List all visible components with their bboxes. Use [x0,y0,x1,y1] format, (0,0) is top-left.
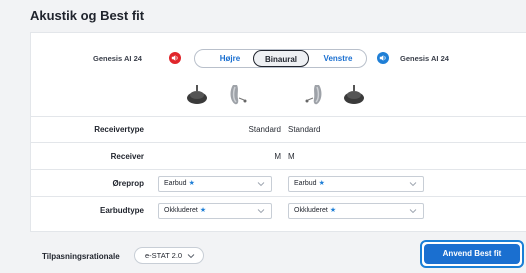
oreprop-right-select[interactable]: Earbud ★ [158,176,272,192]
oreprop-left-value: Earbud [294,180,317,187]
tab-left[interactable]: Venstre [313,50,363,67]
chevron-down-icon [187,254,195,259]
recommended-star-icon: ★ [318,180,325,187]
oreprop-left-select[interactable]: Earbud ★ [288,176,424,192]
section-title: Akustik og Best fit [30,8,145,23]
apply-best-fit-button[interactable]: Anvend Best fit [420,240,524,268]
device-header: Genesis AI 24 Højre Binaural Venstre Gen… [31,33,526,117]
receivertype-right-value: Standard [248,125,281,134]
left-device-model: Genesis AI 24 [400,54,449,63]
receivertype-label: Receivertype [94,125,144,134]
earbud-image-right [186,81,208,105]
receiver-label: Receiver [110,152,144,161]
chevron-down-icon [257,209,265,214]
fitting-rationale-label: Tilpasningsrationale [42,252,120,261]
hearing-aid-image-right [227,81,249,107]
fitting-rationale-select[interactable]: e-STAT 2.0 [134,247,204,264]
recommended-star-icon: ★ [188,180,195,187]
recommended-star-icon: ★ [199,207,207,214]
receivertype-left-value: Standard [288,125,321,134]
earbudtype-left-value: Okkluderet [294,207,328,214]
earbud-image-left [343,81,365,105]
row-receiver: Receiver M M [31,144,526,170]
oreprop-label: Øreprop [112,179,144,188]
tab-right[interactable]: Højre [209,50,251,67]
fitting-rationale-value: e-STAT 2.0 [145,251,183,260]
earbudtype-label: Earbudtype [99,206,144,215]
side-toggle: Højre Binaural Venstre [194,49,367,68]
right-ear-sound-icon[interactable] [169,52,181,64]
receiver-left-value: M [288,152,295,161]
oreprop-right-value: Earbud [164,180,187,187]
apply-best-fit-label: Anvend Best fit [424,244,520,264]
chevron-down-icon [409,182,417,187]
earbudtype-right-value: Okkluderet [164,207,198,214]
earbudtype-right-select[interactable]: Okkluderet ★ [158,203,272,219]
recommended-star-icon: ★ [329,207,337,214]
right-device-model: Genesis AI 24 [93,54,142,63]
tab-binaural[interactable]: Binaural [253,50,309,67]
receiver-right-value: M [274,152,281,161]
earbudtype-left-select[interactable]: Okkluderet ★ [288,203,424,219]
acoustics-panel: Genesis AI 24 Højre Binaural Venstre Gen… [30,32,526,232]
chevron-down-icon [409,209,417,214]
row-earbudtype: Earbudtype Okkluderet ★ Okkluderet ★ [31,198,526,224]
hearing-aid-image-left [303,81,325,107]
left-ear-sound-icon[interactable] [377,52,389,64]
row-oreprop: Øreprop Earbud ★ Earbud ★ [31,171,526,197]
chevron-down-icon [257,182,265,187]
row-receivertype: Receivertype Standard Standard [31,117,526,143]
